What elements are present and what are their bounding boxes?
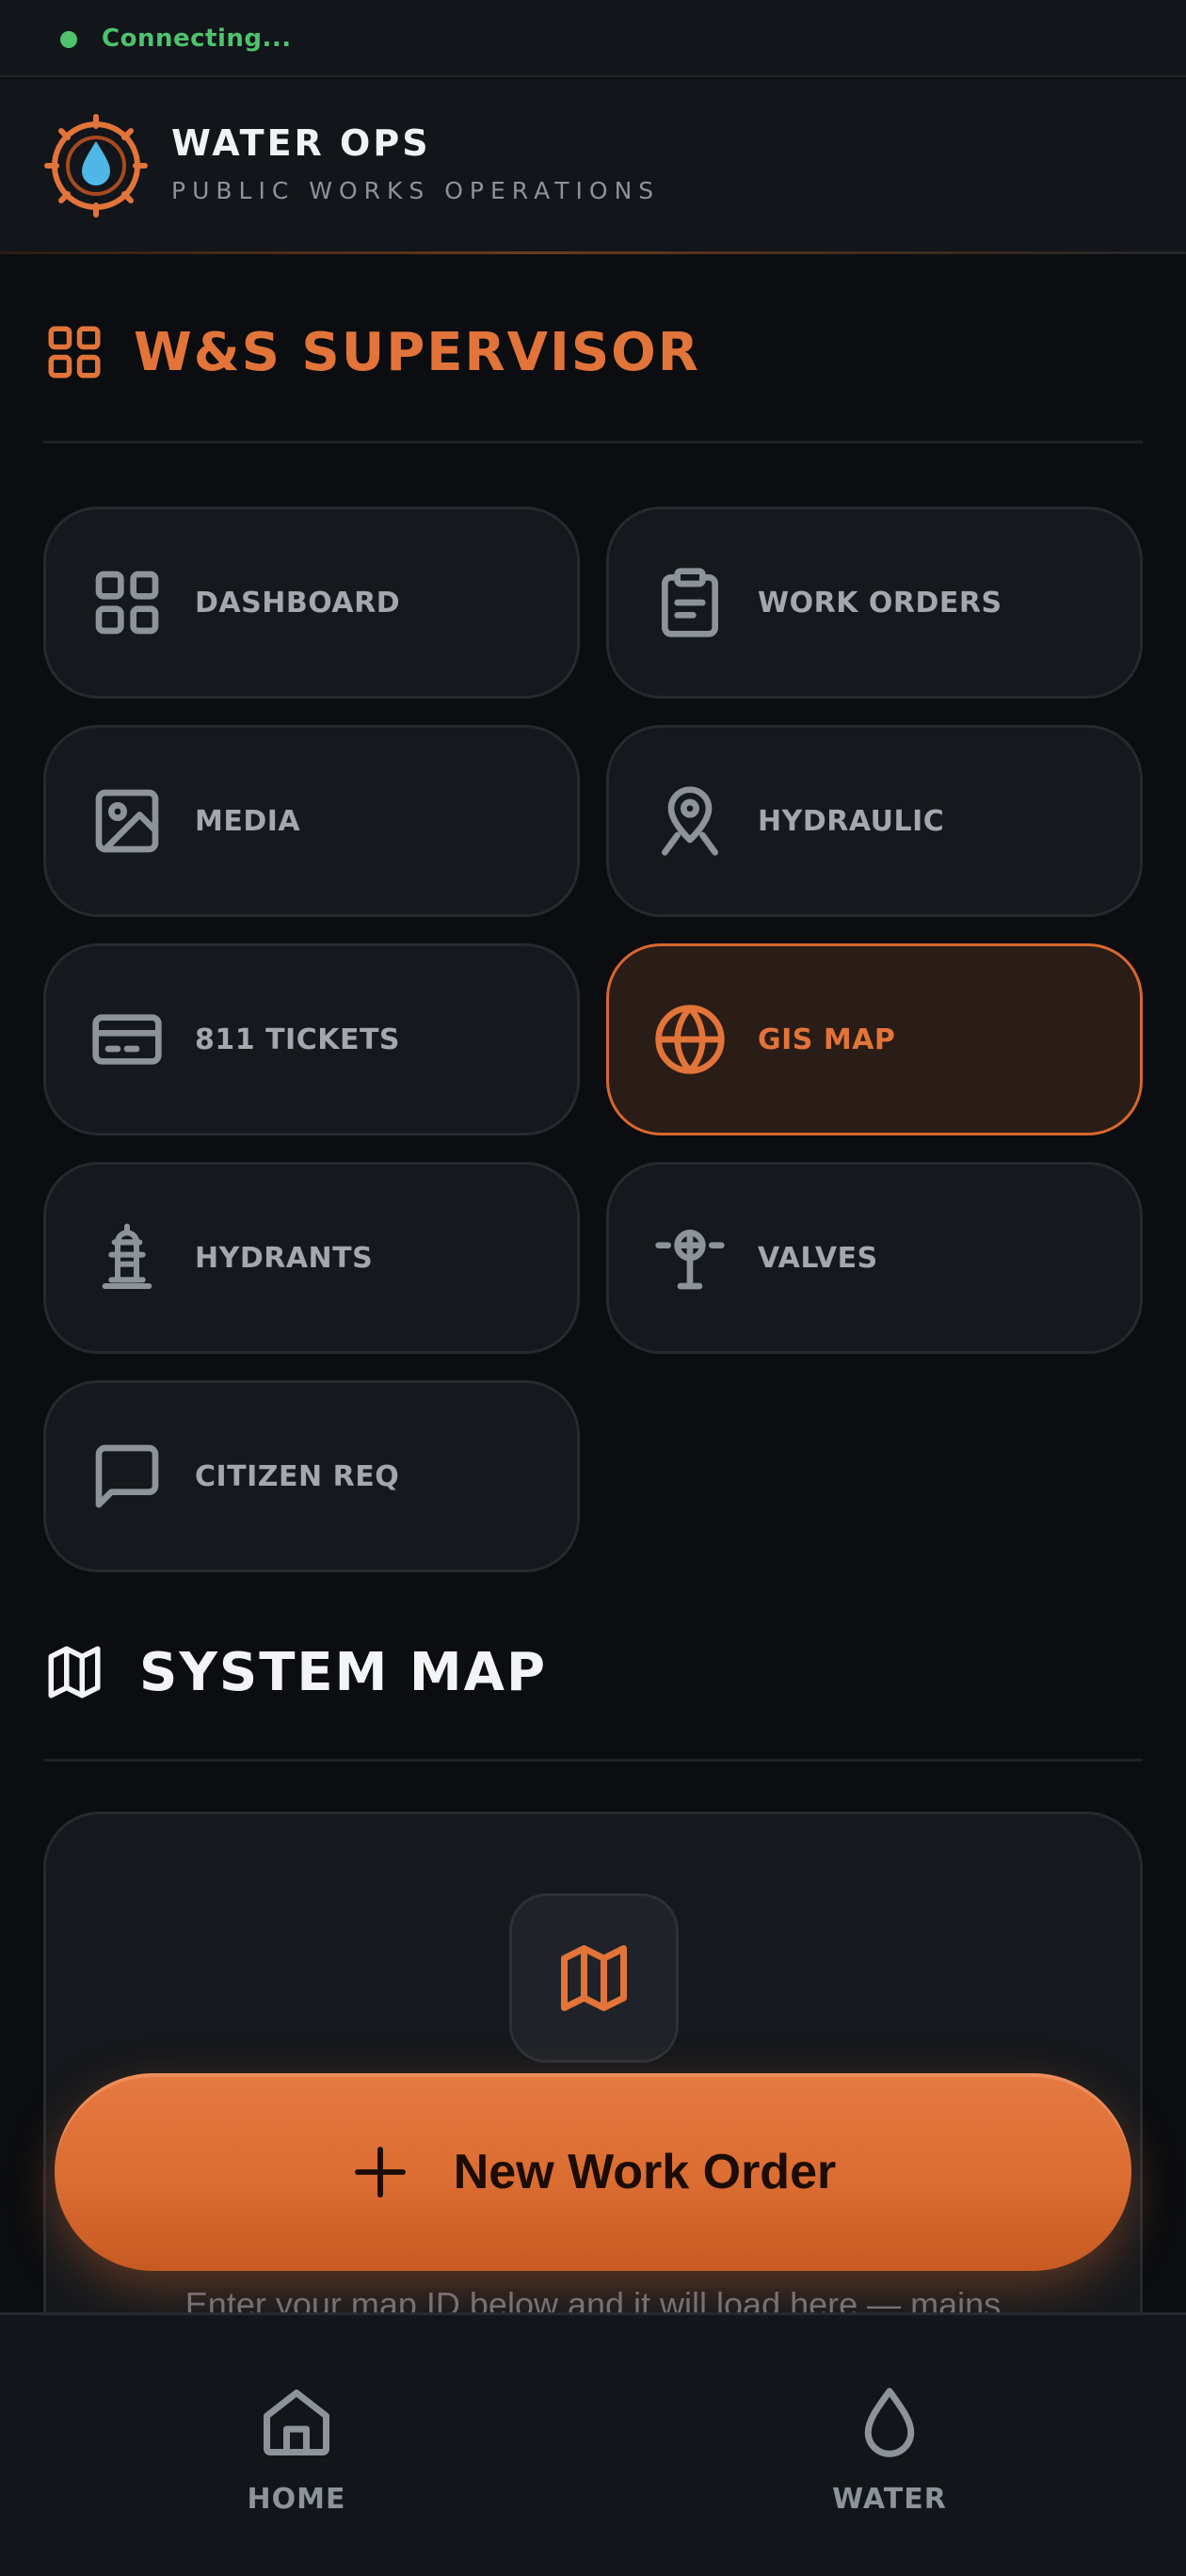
tile-label: MEDIA — [195, 804, 301, 838]
role-title: W&S SUPERVISOR — [134, 321, 700, 383]
new-work-order-label: New Work Order — [453, 2145, 837, 2199]
tile-valves[interactable]: VALVES — [606, 1162, 1143, 1354]
connection-status-bar: Connecting... — [0, 0, 1186, 77]
tile-media[interactable]: MEDIA — [43, 725, 580, 917]
tile-citizen-req[interactable]: CITIZEN REQ — [43, 1380, 580, 1572]
connection-status-text: Connecting... — [102, 24, 292, 53]
hydrant-icon — [102, 1223, 152, 1289]
nav-water-label: WATER — [832, 2483, 947, 2516]
tile-label: HYDRAULIC — [758, 804, 945, 838]
home-icon — [264, 2390, 329, 2455]
water-drop-gear-icon — [44, 114, 148, 217]
tile-label: HYDRANTS — [195, 1241, 374, 1275]
clipboard-icon — [662, 568, 718, 637]
valve-icon — [655, 1230, 725, 1290]
tile-label: VALVES — [758, 1241, 878, 1275]
map-placeholder — [509, 1893, 679, 2063]
new-work-order-button[interactable]: New Work Order — [55, 2073, 1131, 2271]
role-section-header: W&S SUPERVISOR — [43, 314, 700, 390]
image-icon — [95, 789, 159, 853]
app-header: WATER OPS PUBLIC WORKS OPERATIONS — [0, 79, 1186, 254]
plus-icon — [354, 2147, 406, 2198]
map-icon — [48, 1646, 101, 1699]
system-map-title: SYSTEM MAP — [139, 1641, 547, 1703]
tile-811-tickets[interactable]: 811 TICKETS — [43, 943, 580, 1135]
tile-label: WORK ORDERS — [758, 586, 1002, 620]
app-title: WATER OPS — [171, 122, 431, 164]
tile-hydrants[interactable]: HYDRANTS — [43, 1162, 580, 1354]
nav-home[interactable]: HOME — [0, 2315, 593, 2576]
tile-label: GIS MAP — [758, 1022, 896, 1056]
grid-icon — [48, 326, 101, 378]
chat-bubble-icon — [95, 1444, 159, 1508]
globe-icon — [655, 1005, 725, 1074]
tile-dashboard[interactable]: DASHBOARD — [43, 507, 580, 699]
water-drop-icon — [864, 2388, 915, 2457]
app-subtitle: PUBLIC WORKS OPERATIONS — [171, 177, 661, 204]
nav-water[interactable]: WATER — [593, 2315, 1186, 2576]
system-map-header: SYSTEM MAP — [43, 1634, 547, 1710]
map-icon — [561, 1945, 627, 2011]
section-divider — [43, 1759, 1143, 1762]
tile-work-orders[interactable]: WORK ORDERS — [606, 507, 1143, 699]
connection-status-dot — [60, 31, 77, 48]
nav-home-label: HOME — [247, 2483, 346, 2516]
grid-icon — [95, 571, 159, 635]
ticket-card-icon — [92, 1014, 162, 1065]
tile-gis-map[interactable]: GIS MAP — [606, 943, 1143, 1135]
tile-label: 811 TICKETS — [195, 1022, 401, 1056]
tile-label: CITIZEN REQ — [195, 1459, 400, 1493]
tile-hydraulic[interactable]: HYDRAULIC — [606, 725, 1143, 917]
map-pin-icon — [662, 786, 718, 856]
section-divider — [43, 441, 1143, 443]
bottom-nav: HOME WATER — [0, 2312, 1186, 2576]
tile-label: DASHBOARD — [195, 586, 401, 620]
